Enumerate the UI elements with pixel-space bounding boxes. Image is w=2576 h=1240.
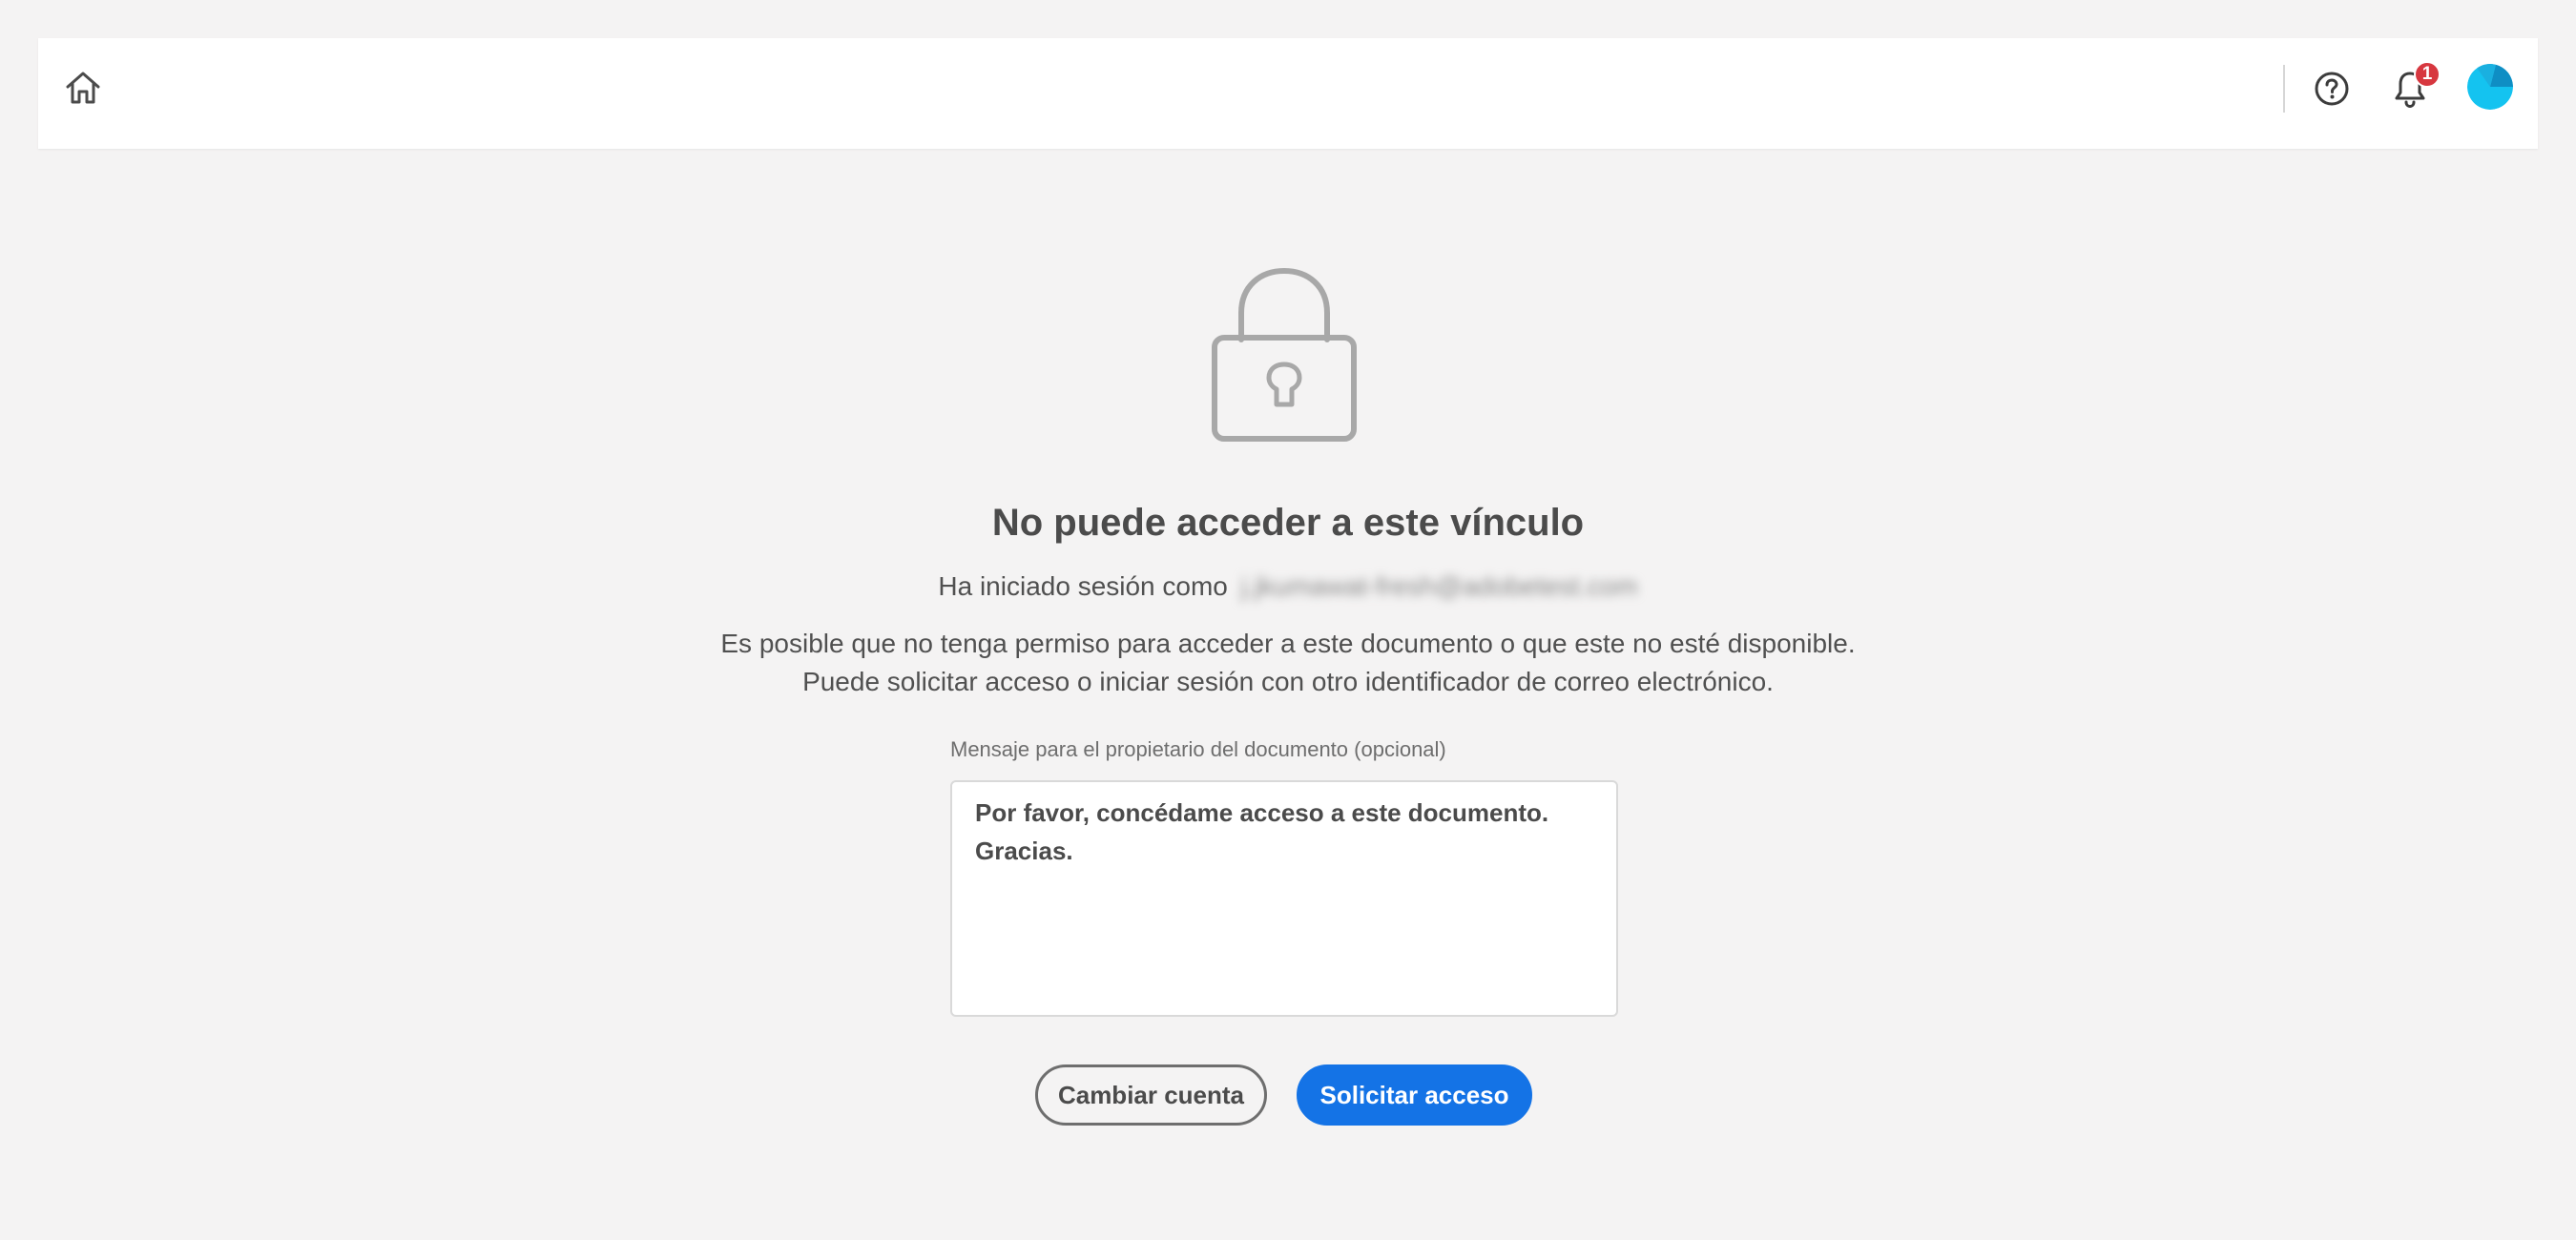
lock-icon	[1212, 267, 1357, 442]
request-access-button[interactable]: Solicitar acceso	[1297, 1064, 1532, 1126]
avatar[interactable]	[2467, 64, 2513, 110]
page-title: No puede acceder a este vínculo	[991, 502, 1585, 544]
switch-account-button[interactable]: Cambiar cuenta	[1035, 1064, 1267, 1126]
home-button[interactable]	[59, 65, 107, 111]
message-label: Mensaje para el propietario del document…	[950, 737, 1446, 761]
description-line-1: Es posible que no tenga permiso para acc…	[720, 629, 1856, 658]
help-button[interactable]	[2310, 67, 2354, 111]
home-icon	[66, 72, 100, 104]
notification-badge: 1	[2414, 61, 2441, 88]
signed-in-prefix: Ha iniciado sesión como	[938, 571, 1228, 601]
avatar-image	[2467, 64, 2513, 110]
help-circle-icon	[2315, 72, 2349, 106]
header-divider	[2283, 65, 2285, 113]
top-bar	[38, 38, 2538, 149]
message-textarea[interactable]: Por favor, concédame acceso a este docum…	[950, 780, 1618, 1017]
description: Es posible que no tenga permiso para acc…	[0, 625, 2576, 701]
description-line-2: Puede solicitar acceso o iniciar sesión …	[802, 667, 1774, 696]
signed-in-text: Ha iniciado sesión como j.jkumawat-fresh…	[0, 568, 2576, 606]
signed-in-email: j.jkumawat-fresh@adobetest.com	[1240, 571, 1638, 601]
